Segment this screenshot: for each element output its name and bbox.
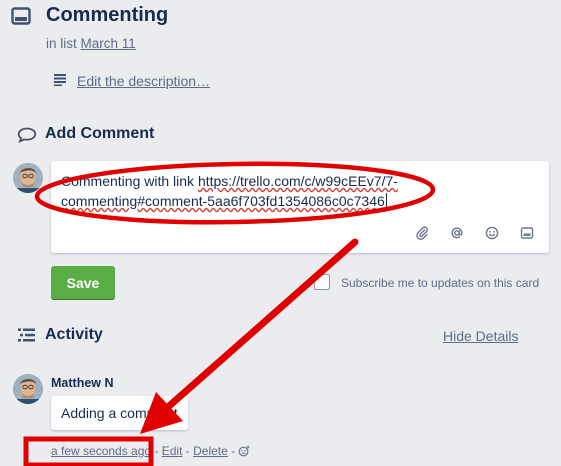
comment-text-prefix: Commenting with link [61, 173, 198, 189]
add-comment-title: Add Comment [45, 125, 155, 142]
paperclip-icon[interactable] [415, 226, 429, 240]
comment-link-line1: https://trello.com/c/w99cEEv7/7- [197, 173, 398, 189]
activity-title: Activity [45, 326, 103, 343]
comment-input-text[interactable]: Commenting with link https://trello.com/… [61, 171, 441, 211]
comment-link-line2: commenting#comment-5aa6f703fd1354086c0c7… [61, 193, 385, 209]
add-reaction-icon[interactable] [238, 445, 250, 457]
emoji-icon[interactable] [485, 226, 499, 240]
at-sign-icon[interactable] [450, 226, 464, 240]
activity-list-icon [18, 328, 35, 342]
subscribe-label[interactable]: Subscribe me to updates on this card [341, 276, 539, 290]
annotation-arrow-shaft [164, 238, 359, 411]
avatar[interactable] [13, 163, 43, 193]
card-icon[interactable] [520, 226, 534, 240]
avatar[interactable] [13, 374, 43, 404]
comment-timestamp-link[interactable]: a few seconds ago [51, 444, 151, 458]
in-list-text: in list March 11 [46, 36, 136, 51]
subscribe-checkbox[interactable] [314, 274, 330, 290]
comment-text: Adding a comment [61, 405, 178, 421]
hide-details-link[interactable]: Hide Details [443, 328, 518, 344]
edit-comment-link[interactable]: Edit [162, 444, 183, 458]
comment-meta: a few seconds ago - Edit - Delete - [51, 444, 250, 458]
text-caret [385, 193, 387, 209]
speech-bubble-icon [17, 127, 37, 143]
list-name-link[interactable]: March 11 [81, 36, 136, 51]
in-list-prefix: in list [46, 36, 77, 51]
description-icon [54, 74, 66, 86]
comment-author[interactable]: Matthew N [51, 376, 114, 390]
card-icon [11, 7, 31, 25]
edit-description-link[interactable]: Edit the description… [77, 73, 210, 89]
card-title[interactable]: Commenting [46, 4, 168, 27]
save-button[interactable]: Save [51, 266, 115, 299]
delete-comment-link[interactable]: Delete [193, 444, 228, 458]
